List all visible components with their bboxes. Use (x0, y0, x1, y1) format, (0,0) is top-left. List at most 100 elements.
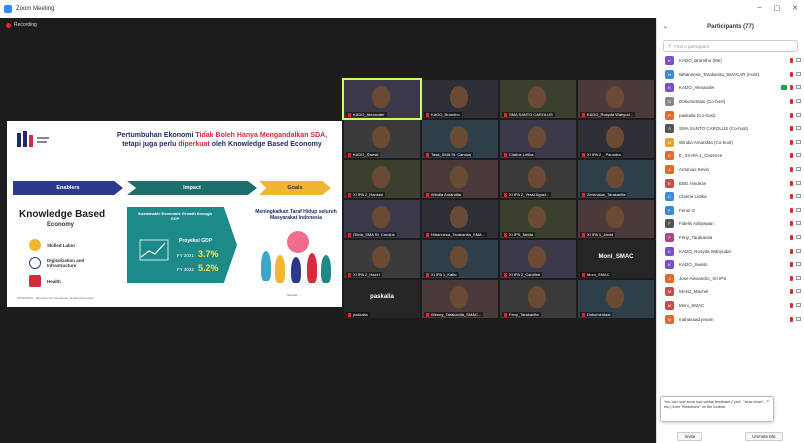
tile-name-text: XI IPA 2 _ Paundra (587, 152, 621, 157)
participant-status-icons (790, 289, 801, 295)
participant-row[interactable]: F Fidelis Adityawan (657, 217, 804, 231)
minimize-button[interactable]: – (758, 4, 762, 12)
video-tile[interactable]: XI IPA 1_Janet (578, 200, 654, 238)
mic-muted-icon (504, 192, 507, 197)
invite-button[interactable]: Invite (677, 432, 703, 441)
tile-name-text: KADO_Rosyda Wahyud... (587, 112, 634, 117)
participant-status-icons (790, 316, 801, 322)
avatar: K (665, 260, 674, 270)
participant-row[interactable]: K KADO_Swesti (657, 258, 804, 272)
tile-name-label: Dokumentasi (580, 312, 613, 317)
gdp-fy2022: FY 2022 5.2% (177, 263, 218, 273)
participant-row[interactable]: K KADO_Rosyda Wahyudar (657, 244, 804, 258)
participant-row[interactable]: M MANJ_Machel (657, 285, 804, 299)
feedback-toast: You can now send non-verbal feedback ("y… (660, 396, 774, 422)
video-tile[interactable]: KADO_Bramtho (422, 80, 498, 118)
mic-muted-icon (582, 312, 585, 317)
participant-row[interactable]: N Nittannesa_Tarakanita_SMACAR (Host) (657, 68, 804, 82)
video-tile[interactable]: Feny_Tarakanita (500, 280, 576, 318)
video-tile[interactable]: XI IPA 2_Yessi Agust... (500, 160, 576, 198)
participant-video (372, 206, 390, 228)
participant-search-input[interactable]: ⚲ Find a participant (663, 40, 798, 52)
recording-indicator[interactable]: Recording (6, 22, 37, 28)
avatar: C (665, 192, 674, 202)
tile-name-text: paskalia (353, 312, 368, 317)
participant-row[interactable]: K KADO_Bramtho (Me) (657, 54, 804, 68)
video-tile[interactable]: XI IPA 1_Kaito (422, 240, 498, 278)
participant-name: Fidelis Adityawan (679, 221, 714, 227)
participant-name: Fenni G (679, 207, 696, 213)
avatar: E (665, 151, 674, 161)
video-tile[interactable]: Dokumentasi (578, 280, 654, 318)
video-tile[interactable]: XI IPA 2 _ Paundra (578, 120, 654, 158)
participant-row[interactable]: Ppaskalia (Co-host) (657, 108, 804, 122)
participant-row[interactable]: E EBG /Akdean (657, 176, 804, 190)
shared-screen-slide: Pertumbuhan Ekonomi Tidak Boleh Hanya Me… (7, 121, 342, 307)
tile-display-name: paskalia (370, 294, 394, 300)
tile-name-label: Zerenauw_Tarakanita (580, 192, 628, 197)
participant-row[interactable]: F Fenni G (657, 204, 804, 218)
close-icon[interactable]: × (766, 400, 769, 405)
video-tile[interactable]: SMA SANTO CAROLUS (500, 80, 576, 118)
avatar: F (665, 205, 674, 215)
camera-icon (796, 180, 801, 185)
participant-row[interactable]: E E_XII IPA 1_Clarence (657, 149, 804, 163)
mic-muted-icon (426, 192, 429, 197)
participant-row[interactable]: K KADO_Alexander (657, 81, 804, 95)
tile-name-label: XI IPA 2_Hazel (346, 272, 382, 277)
avatar: K (665, 83, 674, 93)
participant-video (606, 86, 624, 108)
mic-muted-icon (790, 58, 793, 64)
unmute-me-button[interactable]: Unmute Me (745, 432, 783, 441)
video-tile[interactable]: KADO_Rosyda Wahyud... (578, 80, 654, 118)
mic-muted-icon (790, 235, 793, 241)
tile-name-text: Zerenauw_Tarakanita (587, 192, 626, 197)
video-tile[interactable]: Clarine Letika (500, 120, 576, 158)
video-tile[interactable]: KADO_Alexander (342, 78, 422, 120)
video-tile[interactable]: XI IPA 2_Hazel (344, 240, 420, 278)
video-tile[interactable]: paskalia paskalia (344, 280, 420, 318)
participant-row[interactable]: C Clarine Letika (657, 190, 804, 204)
video-tile[interactable]: Olivia_SMA St. Carolus (344, 200, 420, 238)
participant-row[interactable]: A Antonius Kevin (657, 163, 804, 177)
participant-name: Dokumentasi (Co-host) (679, 99, 726, 105)
video-tile[interactable]: Wenny_Tarakanita_SMAC... (422, 280, 498, 318)
participant-row[interactable]: J Jose Alexandro_XII IPS (657, 272, 804, 286)
participant-row[interactable]: F Feny_Tarakanita (657, 231, 804, 245)
participant-video (450, 166, 468, 188)
video-tile[interactable]: Tasa_SMA St. Carolus (422, 120, 498, 158)
video-tile[interactable]: Nittannesa_Tarakanita_SMA... (422, 200, 498, 238)
kb-title: Knowledge Based (19, 209, 106, 220)
mic-muted-icon (790, 302, 793, 308)
participant-row[interactable]: W Windia Amandita (Co-host) (657, 136, 804, 150)
mic-muted-icon (790, 112, 793, 118)
camera-icon (796, 289, 801, 294)
participant-name: MANJ_Machel (679, 289, 709, 295)
participant-row[interactable]: D Dokumentasi (Co-host) (657, 95, 804, 109)
kb-item-label: Digitalization and Infrastructure (47, 258, 85, 268)
video-tile[interactable]: KADO_Swesti (344, 120, 420, 158)
mic-muted-icon (426, 272, 429, 277)
video-tile[interactable]: XI IPA 2_Hansen (344, 160, 420, 198)
video-tile[interactable]: Windia Amandita (422, 160, 498, 198)
close-button[interactable]: ✕ (792, 4, 798, 12)
video-tile[interactable]: XI IPS_Nelda (500, 200, 576, 238)
video-tile[interactable]: XI IPA 2_Caroline (500, 240, 576, 278)
avatar: M (665, 300, 674, 310)
tile-name-label: XI IPA 2_Hansen (346, 192, 386, 197)
maximize-button[interactable]: ▢ (774, 4, 781, 12)
mic-muted-icon (790, 153, 793, 159)
participant-row[interactable]: M Moni_SMAC (657, 299, 804, 313)
video-tile[interactable]: Moni_SMAC Moni_SMAC (578, 240, 654, 278)
video-tile[interactable]: Zerenauw_Tarakanita (578, 160, 654, 198)
fy2022-value: 5.2% (197, 263, 219, 273)
slide-footnote: BAPPENAS · Rencana Pembangunan Jangka Me… (17, 296, 94, 300)
participant-row[interactable]: Mmahasaad.jenam (657, 312, 804, 326)
tile-name-label: XI IPA 2_Caroline (502, 272, 543, 277)
chevron-down-icon[interactable]: ⌄ (663, 23, 668, 30)
tile-name-label: KADO_Bramtho (424, 112, 462, 117)
participant-video (606, 166, 624, 188)
participant-status-icons (790, 167, 801, 173)
participant-row[interactable]: S SMA SANTO CAROLUS (Co-host) (657, 122, 804, 136)
participant-video (372, 166, 390, 188)
